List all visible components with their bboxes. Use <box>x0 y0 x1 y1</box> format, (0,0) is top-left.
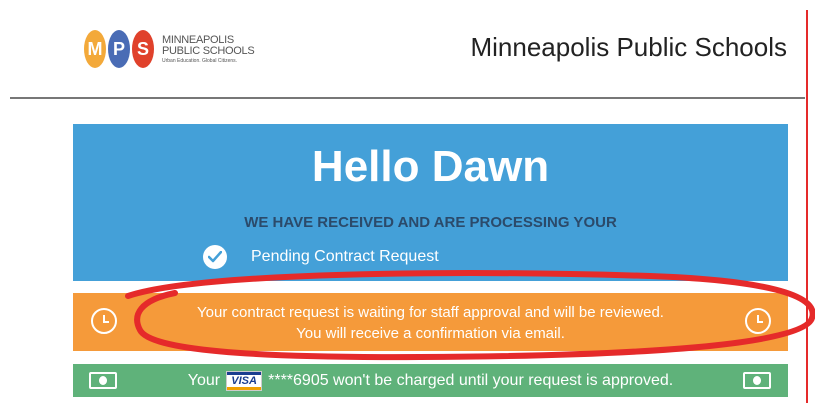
logo-tagline: Urban Education. Global Citizens. <box>162 57 238 64</box>
payment-notice-text: Your VISA ****6905 won't be charged unti… <box>73 371 788 391</box>
annotation-vertical-line <box>806 10 808 403</box>
page-header: M P S MINNEAPOLIS PUBLIC SCHOOLS Urban E… <box>0 0 815 100</box>
check-circle-icon <box>203 245 227 269</box>
clock-icon <box>745 308 771 334</box>
site-title: Minneapolis Public Schools <box>470 32 787 62</box>
logo-letter-p: P <box>108 30 130 68</box>
card-brand-label: VISA <box>231 375 257 387</box>
mps-logo[interactable]: M P S MINNEAPOLIS PUBLIC SCHOOLS Urban E… <box>84 30 255 68</box>
greeting-heading: Hello Dawn <box>311 142 550 191</box>
approval-notice-banner: Your contract request is waiting for sta… <box>73 293 788 351</box>
header-divider <box>10 97 805 99</box>
logo-letter-s: S <box>132 30 154 68</box>
approval-notice-line2: You will receive a confirmation via emai… <box>296 325 565 342</box>
approval-notice-text: Your contract request is waiting for sta… <box>73 302 788 344</box>
payment-notice-prefix: Your <box>187 372 221 389</box>
approval-notice-line1: Your contract request is waiting for sta… <box>197 304 664 321</box>
payment-notice-banner: Your VISA ****6905 won't be charged unti… <box>73 364 788 397</box>
pending-request-label: Pending Contract Request <box>251 248 439 265</box>
logo-name-line2: PUBLIC SCHOOLS <box>162 44 255 57</box>
money-bill-icon <box>743 372 771 389</box>
greeting-panel: Hello Dawn WE HAVE RECEIVED AND ARE PROC… <box>73 124 788 281</box>
payment-notice-suffix: ****6905 won't be charged until your req… <box>268 372 674 389</box>
logo-letter-m: M <box>84 30 106 68</box>
logo-name-line1: MINNEAPOLIS <box>162 33 234 46</box>
processing-subheading: WE HAVE RECEIVED AND ARE PROCESSING YOUR <box>244 214 617 231</box>
visa-card-icon: VISA <box>226 371 263 391</box>
logo-wordmark: MINNEAPOLIS PUBLIC SCHOOLS Urban Educati… <box>162 33 255 64</box>
pending-request-row: Pending Contract Request <box>203 245 439 269</box>
